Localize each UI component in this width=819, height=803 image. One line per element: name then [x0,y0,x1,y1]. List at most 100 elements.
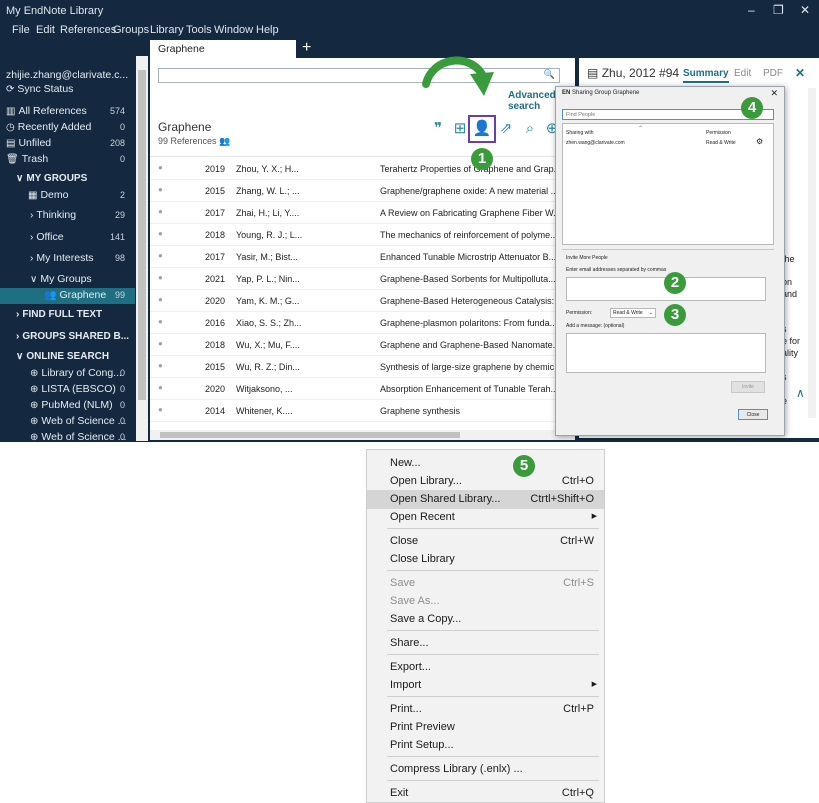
sidebar-item-trash[interactable]: 🗑 Trash 0 [0,152,135,168]
export-icon[interactable]: ⇗ [496,118,516,140]
panel-scrollbar[interactable] [808,88,816,418]
list-scroll-thumb[interactable] [160,432,460,438]
read-status-dot: ● [158,207,163,216]
sidebar-item-my-interests[interactable]: › My Interests 98 [0,251,135,267]
invite-header: Invite More People [566,255,608,261]
message-field[interactable] [566,333,766,373]
table-row[interactable]: ● 2021 Yap, P. L.; Nin... Graphene-Based So… [150,268,575,290]
menu-item-import[interactable]: Import ▶ [367,676,604,695]
new-tab-button[interactable]: + [302,39,311,57]
sidebar-item-thinking[interactable]: › Thinking 29 [0,208,135,224]
menu-item-open-recent[interactable]: Open Recent ▶ [367,508,604,527]
scroll-up-icon[interactable]: ∧ [796,386,805,400]
close-panel-icon[interactable]: ✕ [795,66,805,80]
menu-tools[interactable]: Tools [186,24,212,36]
menu-item-compress-library[interactable]: Compress Library (.enlx) ... [367,760,604,779]
menu-references[interactable]: References [60,24,116,36]
close-button[interactable]: Close [738,409,768,420]
menu-item-close-library[interactable]: Close Library [367,550,604,569]
sidebar-item-my-groups[interactable]: ∨ My Groups [0,272,135,288]
gear-icon[interactable]: ⚙ [756,137,763,146]
list-horizontal-scrollbar[interactable] [150,430,575,440]
dialog-close-icon[interactable]: ✕ [770,88,778,99]
menu-item-save-copy[interactable]: Save a Copy... [367,610,604,629]
globe-icon: ⊕ [30,384,39,395]
table-row[interactable]: ● 2016 Xiao, S. S.; Zh... Graphene-plasmon … [150,312,575,334]
chevron-down-icon: ∨ [30,274,38,285]
chevron-right-icon: › [16,331,20,342]
menu-item-export[interactable]: Export... [367,658,604,677]
menu-item-print-setup[interactable]: Print Setup... [367,736,604,755]
sidebar-item-unfiled[interactable]: ▤ Unfiled 208 [0,136,135,152]
sidebar-item-graphene[interactable]: 👥 Graphene 99 [0,288,135,304]
read-status-dot: ● [158,163,163,172]
groups-shared-header[interactable]: › GROUPS SHARED B... [0,330,135,346]
menu-item-exit[interactable]: Exit Ctrl+Q [367,784,604,803]
online-item-web-of-science-2[interactable]: ⊕ Web of Science ... 0 [0,430,135,442]
table-row[interactable]: ● 2017 Zhai, H.; Li, Y.... A Review on Fabr… [150,202,575,224]
menu-groups[interactable]: Groups [113,24,149,36]
tab-summary[interactable]: Summary [683,68,729,83]
table-row[interactable]: ● 2015 Wu, R. Z.; Din... Synthesis of large… [150,356,575,378]
close-window-button[interactable]: ✕ [800,3,810,17]
library-tab[interactable]: Graphene [150,40,296,58]
menu-window[interactable]: Window [214,24,253,36]
menu-item-open-library[interactable]: Open Library... Ctrl+O [367,472,604,491]
member-permission: Read & Write [706,140,736,146]
menu-item-print-preview[interactable]: Print Preview [367,718,604,737]
chevron-right-icon: › [30,253,34,264]
menu-item-close[interactable]: Close Ctrl+W [367,532,604,551]
table-row[interactable]: ● 2019 Zhou, Y. X.; H... Terahertz Properti… [150,158,575,180]
sidebar-item-all-references[interactable]: ▥ All References 574 [0,104,135,120]
table-row[interactable]: ● 2018 Young, R. J.; L... The mechanics of … [150,224,575,246]
table-row[interactable]: ● 2018 Wu, X.; Mu, F.... Graphene and Graph… [150,334,575,356]
menu-item-save-as[interactable]: Save As... [367,592,604,611]
sync-status[interactable]: ⟳ Sync Status [0,82,135,98]
sidebar-scroll-thumb[interactable] [138,70,146,400]
menu-bar: File Edit References Groups Library Tool… [0,22,819,40]
sidebar-item-demo[interactable]: ▦ Demo 2 [0,188,135,204]
reference-heading: ▤ Zhu, 2012 #94 [587,66,680,80]
menu-file[interactable]: File [12,24,30,36]
sharing-with-header[interactable]: Sharing with [566,130,594,136]
menu-help[interactable]: Help [256,24,279,36]
table-row[interactable]: ● 2014 Whitener, K.... Graphene synthesis [150,400,575,422]
online-item-lista[interactable]: ⊕ LISTA (EBSCO) 0 [0,382,135,398]
invite-button[interactable]: Invite [731,381,765,393]
online-item-web-of-science[interactable]: ⊕ Web of Science ... 0 [0,414,135,430]
table-row[interactable]: ● 2015 Zhang, W. L.; ... Graphene/graphene … [150,180,575,202]
online-item-library-of-congress[interactable]: ⊕ Library of Cong... 0 [0,366,135,382]
menu-edit[interactable]: Edit [36,24,55,36]
table-row[interactable]: ● 2020 Yam, K. M.; G... Graphene-Based Hete… [150,290,575,312]
sidebar-item-office[interactable]: › Office 141 [0,230,135,246]
find-pdf-icon[interactable]: ⌕ [520,118,540,140]
dialog-title: EN Sharing Group Graphene [562,90,640,96]
permission-header[interactable]: Permission [706,130,731,136]
table-row[interactable]: ● 2020 Witjaksono, ... Absorption Enhanceme… [150,378,575,400]
menu-item-print[interactable]: Print... Ctrl+P [367,700,604,719]
sidebar-item-recently-added[interactable]: ◷ Recently Added 0 [0,120,135,136]
sidebar-scrollbar[interactable] [136,56,148,441]
restore-button[interactable]: ❐ [773,3,784,17]
quote-icon[interactable]: ❞ [428,118,448,140]
menu-item-share[interactable]: Share... [367,634,604,653]
permission-select[interactable]: Read & Write ⌄ [610,308,656,318]
chevron-right-icon: › [16,309,20,320]
menu-item-save[interactable]: Save Ctrl+S [367,574,604,593]
my-groups-header[interactable]: ∨ MY GROUPS [0,172,135,188]
permission-label: Permission: [566,310,593,316]
online-search-header[interactable]: ∨ ONLINE SEARCH [0,350,135,366]
online-item-pubmed[interactable]: ⊕ PubMed (NLM) 0 [0,398,135,414]
menu-library[interactable]: Library [150,24,184,36]
table-row[interactable]: ● 2017 Yasir, M.; Bist... Enhanced Tunable … [150,246,575,268]
file-icon: ▤ [6,138,16,149]
read-status-dot: ● [158,229,163,238]
divider [150,156,575,157]
find-full-text-header[interactable]: › FIND FULL TEXT [0,308,135,324]
menu-item-new[interactable]: New... [367,454,604,473]
tab-edit[interactable]: Edit [734,68,751,79]
minimize-button[interactable]: – [748,3,755,17]
add-to-group-icon[interactable]: ⊞ [450,118,470,140]
tab-pdf[interactable]: PDF [763,68,783,79]
menu-item-open-shared-library[interactable]: Open Shared Library... Ctrtl+Shift+O [367,490,604,509]
